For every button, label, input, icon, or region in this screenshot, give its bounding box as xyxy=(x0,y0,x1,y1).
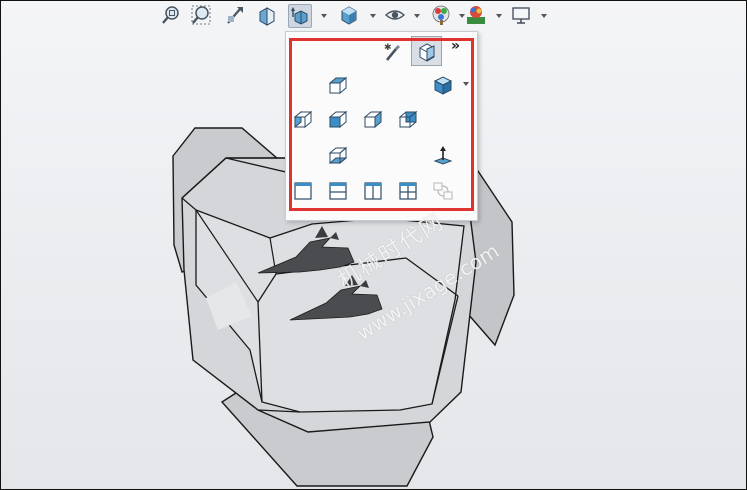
bottom-view-icon[interactable] xyxy=(327,144,349,166)
svg-text:✱: ✱ xyxy=(384,43,392,53)
normal-to-icon[interactable] xyxy=(411,36,442,66)
two-view-vertical-icon[interactable] xyxy=(362,180,384,202)
link-views-icon[interactable] xyxy=(432,180,454,202)
view-orientation-dropdown-icon[interactable] xyxy=(320,12,328,20)
view-orientation-icon[interactable] xyxy=(288,4,312,28)
back-view-icon[interactable] xyxy=(397,108,419,130)
scene-icon[interactable] xyxy=(465,4,487,26)
right-view-icon[interactable] xyxy=(362,108,384,130)
monitor-icon[interactable] xyxy=(510,4,532,26)
previous-view-icon[interactable] xyxy=(224,4,246,26)
isometric-dropdown-icon[interactable] xyxy=(462,80,470,88)
view-selector-icon[interactable] xyxy=(432,144,454,166)
display-style-icon[interactable] xyxy=(338,4,360,26)
two-view-horizontal-icon[interactable] xyxy=(327,180,349,202)
single-view-icon[interactable] xyxy=(292,180,314,202)
front-view-icon[interactable] xyxy=(327,108,349,130)
hide-show-dropdown-icon[interactable] xyxy=(413,12,421,20)
left-view-icon[interactable] xyxy=(292,108,314,130)
view-settings-dropdown-icon[interactable] xyxy=(540,12,548,20)
new-view-icon[interactable]: ✱ xyxy=(382,41,404,63)
top-view-icon[interactable] xyxy=(327,74,349,96)
scene-dropdown-icon[interactable] xyxy=(495,12,503,20)
section-view-icon[interactable] xyxy=(256,4,278,26)
eye-icon[interactable] xyxy=(384,4,406,26)
zoom-to-fit-icon[interactable] xyxy=(160,4,182,26)
four-view-icon[interactable] xyxy=(397,180,419,202)
isometric-view-icon[interactable] xyxy=(432,74,454,96)
more-views-button[interactable]: » xyxy=(451,38,465,54)
zoom-to-area-icon[interactable] xyxy=(190,4,212,26)
display-style-dropdown-icon[interactable] xyxy=(369,12,377,20)
appearance-icon[interactable] xyxy=(430,4,452,26)
